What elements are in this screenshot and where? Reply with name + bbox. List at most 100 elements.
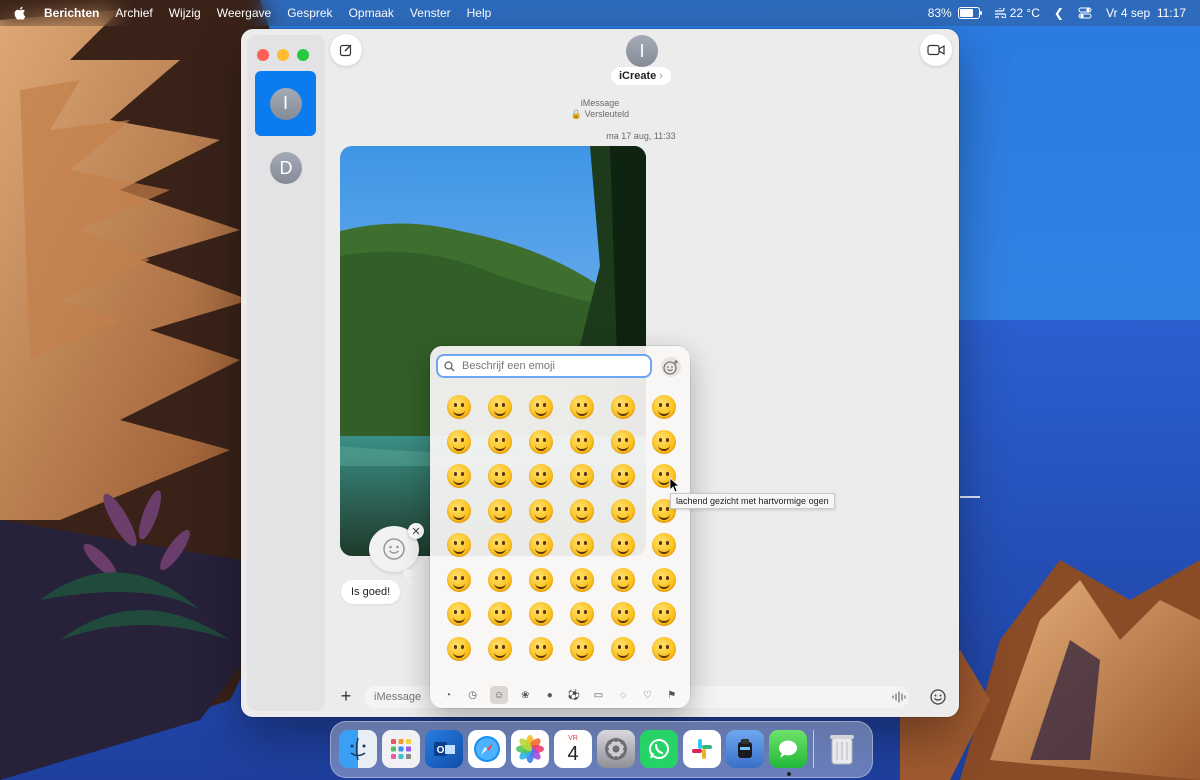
dock-outlook-icon[interactable]: O bbox=[425, 730, 463, 768]
emoji-cell[interactable]: 🥸 bbox=[520, 563, 561, 598]
control-center-icon[interactable] bbox=[1078, 7, 1092, 19]
emoji-face-icon bbox=[651, 636, 676, 661]
dock-storage-app-icon[interactable] bbox=[726, 730, 764, 768]
clock-icon[interactable]: ◷ bbox=[466, 688, 480, 702]
emoji-cell[interactable]: 😔 bbox=[520, 597, 561, 632]
apple-icon[interactable] bbox=[0, 6, 40, 20]
emoji-cell[interactable]: 🥰 bbox=[438, 494, 479, 529]
emoji-cell[interactable]: 🤩 bbox=[561, 563, 602, 598]
emoji-cell[interactable]: 😆 bbox=[602, 390, 643, 425]
symbols-icon[interactable]: ♡ bbox=[640, 688, 654, 702]
emoji-cell[interactable]: 😝 bbox=[479, 528, 520, 563]
emoji-cell[interactable]: 😛 bbox=[438, 528, 479, 563]
emoji-cell[interactable]: 😗 bbox=[520, 494, 561, 529]
menu-weergave[interactable]: Weergave bbox=[209, 6, 279, 20]
emoji-cell[interactable]: 😖 bbox=[520, 632, 561, 667]
dock-finder-icon[interactable] bbox=[339, 730, 377, 768]
emoji-button[interactable] bbox=[929, 688, 947, 706]
menu-archief[interactable]: Archief bbox=[107, 6, 160, 20]
emoji-cell[interactable]: 😜 bbox=[520, 528, 561, 563]
emoji-cell[interactable]: 🙃 bbox=[520, 459, 561, 494]
smileys-icon[interactable]: ☺ bbox=[489, 686, 508, 704]
emoji-category-bar: ◔ ◷ ☺ ❀ ● ⚽ ▭ ◌ ♡ ⚑ bbox=[430, 682, 690, 708]
emoji-cell[interactable]: 🥹 bbox=[643, 390, 684, 425]
emoji-cell[interactable]: 😟 bbox=[561, 597, 602, 632]
dock-calendar-icon[interactable]: VR 4 bbox=[554, 730, 592, 768]
emoji-generate-icon[interactable] bbox=[660, 356, 682, 378]
emoji-cell[interactable]: 😀 bbox=[438, 390, 479, 425]
clock-datetime[interactable]: Vr 4 sep 11:17 bbox=[1106, 6, 1186, 20]
emoji-cell[interactable]: 🙂 bbox=[479, 459, 520, 494]
emoji-cell[interactable]: 😒 bbox=[438, 597, 479, 632]
emoji-search-input[interactable] bbox=[460, 359, 644, 373]
emoji-cell[interactable]: 😩 bbox=[602, 632, 643, 667]
emoji-cell[interactable]: 🙁 bbox=[643, 597, 684, 632]
emoji-cell[interactable]: 😅 bbox=[438, 425, 479, 460]
add-attachment-button[interactable]: + bbox=[336, 686, 356, 706]
emoji-cell[interactable]: 😕 bbox=[602, 597, 643, 632]
menu-gesprek[interactable]: Gesprek bbox=[279, 6, 340, 20]
dock-whatsapp-icon[interactable] bbox=[640, 730, 678, 768]
audio-waveform-icon[interactable] bbox=[891, 689, 907, 705]
dock-system-settings-icon[interactable] bbox=[597, 730, 635, 768]
emoji-cell[interactable]: 🤓 bbox=[438, 563, 479, 598]
emoji-cell[interactable]: 😣 bbox=[479, 632, 520, 667]
menu-help[interactable]: Help bbox=[459, 6, 500, 20]
menu-venster[interactable]: Venster bbox=[402, 6, 459, 20]
emoji-cell[interactable]: 😙 bbox=[561, 494, 602, 529]
menu-wijzig[interactable]: Wijzig bbox=[161, 6, 209, 20]
dock-safari-icon[interactable] bbox=[468, 730, 506, 768]
dock-launchpad-icon[interactable] bbox=[382, 730, 420, 768]
food-icon[interactable]: ● bbox=[543, 688, 557, 702]
emoji-cell[interactable]: 😫 bbox=[561, 632, 602, 667]
emoji-cell[interactable]: 🤨 bbox=[602, 528, 643, 563]
emoji-cell[interactable]: 🥲 bbox=[561, 425, 602, 460]
emoji-cell[interactable]: 😄 bbox=[520, 390, 561, 425]
emoji-cell[interactable]: 😚 bbox=[602, 494, 643, 529]
emoji-cell[interactable]: 😊 bbox=[643, 425, 684, 460]
minimize-window-button[interactable] bbox=[277, 49, 289, 61]
emoji-cell[interactable]: 😁 bbox=[561, 390, 602, 425]
emoji-cell[interactable]: 😞 bbox=[479, 597, 520, 632]
close-window-button[interactable] bbox=[257, 49, 269, 61]
menu-app-name[interactable]: Berichten bbox=[40, 6, 107, 20]
emoji-cell[interactable]: 🧐 bbox=[643, 528, 684, 563]
weather-status[interactable]: 22 °C bbox=[994, 6, 1040, 20]
recent-icon[interactable]: ◔ bbox=[441, 688, 455, 702]
conversation-item-d[interactable]: D bbox=[270, 152, 302, 184]
emoji-cell[interactable]: 😉 bbox=[561, 459, 602, 494]
emoji-cell[interactable]: 😃 bbox=[479, 390, 520, 425]
maximize-window-button[interactable] bbox=[297, 49, 309, 61]
tapback-close-button[interactable]: ✕ bbox=[408, 523, 424, 539]
emoji-cell[interactable]: 🤣 bbox=[520, 425, 561, 460]
emoji-cell[interactable]: 😂 bbox=[479, 425, 520, 460]
emoji-cell[interactable]: 😌 bbox=[602, 459, 643, 494]
emoji-cell[interactable]: 🥳 bbox=[602, 563, 643, 598]
activity-icon[interactable]: ⚽ bbox=[567, 688, 581, 702]
emoji-cell[interactable]: 😎 bbox=[479, 563, 520, 598]
contact-avatar[interactable]: I bbox=[626, 35, 658, 67]
emoji-cell[interactable]: 😇 bbox=[438, 459, 479, 494]
emoji-search[interactable] bbox=[436, 354, 652, 378]
dock-messages-icon[interactable] bbox=[769, 730, 807, 768]
facetime-video-button[interactable] bbox=[920, 34, 952, 66]
emoji-cell[interactable]: ☺️ bbox=[602, 425, 643, 460]
compose-button[interactable] bbox=[330, 34, 362, 66]
battery-status[interactable]: 83% bbox=[928, 6, 982, 20]
emoji-cell[interactable]: 😏 bbox=[643, 563, 684, 598]
animals-icon[interactable]: ❀ bbox=[518, 688, 532, 702]
emoji-cell[interactable]: 🥺 bbox=[643, 632, 684, 667]
chevron-left-icon[interactable]: ❮ bbox=[1054, 6, 1064, 20]
emoji-cell[interactable]: ☹️ bbox=[438, 632, 479, 667]
emoji-cell[interactable]: 😘 bbox=[479, 494, 520, 529]
message-bubble[interactable]: Is goed! bbox=[341, 580, 401, 604]
menu-opmaak[interactable]: Opmaak bbox=[341, 6, 402, 20]
contact-name-button[interactable]: iCreate › bbox=[611, 67, 671, 85]
dock-slack-icon[interactable] bbox=[683, 730, 721, 768]
dock-photos-icon[interactable] bbox=[511, 730, 549, 768]
objects-icon[interactable]: ◌ bbox=[616, 688, 630, 702]
dock-trash-icon[interactable] bbox=[823, 730, 861, 768]
travel-icon[interactable]: ▭ bbox=[592, 688, 606, 702]
flags-icon[interactable]: ⚑ bbox=[665, 688, 679, 702]
emoji-cell[interactable]: 🤪 bbox=[561, 528, 602, 563]
